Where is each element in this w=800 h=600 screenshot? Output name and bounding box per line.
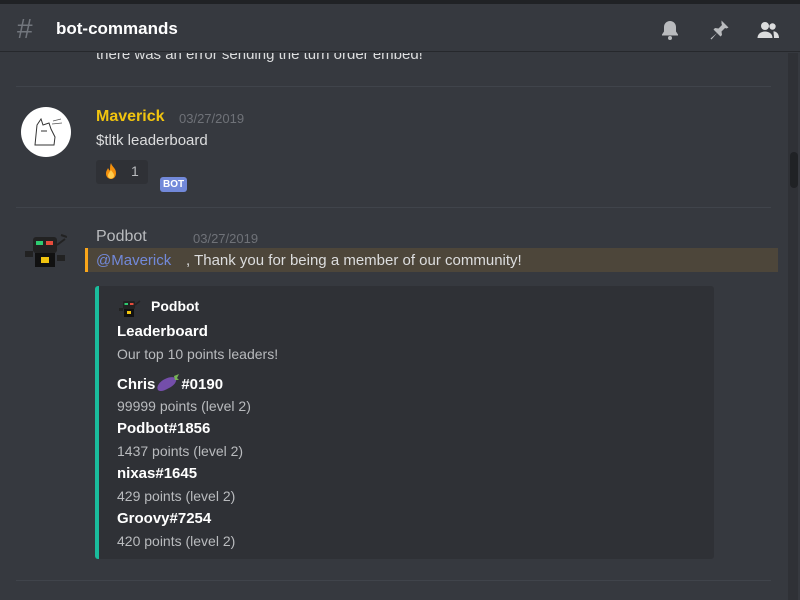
maverick-username[interactable]: Maverick (96, 108, 165, 126)
channel-header: # bot-commands (0, 4, 800, 52)
hash-icon: # (17, 13, 33, 44)
maverick-timestamp: 03/27/2019 (179, 111, 245, 126)
embed-description: Our top 10 points leaders! (117, 346, 279, 362)
channel-name: bot-commands (56, 19, 178, 38)
embed-field-value: 1437 points (level 2) (117, 443, 244, 459)
podbot-avatar[interactable] (21, 225, 71, 275)
message-divider (16, 86, 771, 87)
embed-field-value: 420 points (level 2) (117, 533, 236, 549)
eggplant-emoji (157, 374, 180, 392)
bell-icon[interactable] (658, 18, 682, 42)
reaction-count: 1 (131, 163, 139, 179)
user-mention[interactable]: @Maverick (96, 252, 171, 269)
embed-title: Leaderboard (117, 323, 208, 340)
message-divider (16, 580, 771, 581)
scrollbar-track[interactable] (788, 53, 798, 600)
embed-field-name: nixas#1645 (117, 465, 198, 482)
pin-icon[interactable] (707, 18, 731, 42)
bot-tag: BOT (160, 177, 188, 192)
podbot-timestamp: 03/27/2019 (193, 231, 259, 246)
previous-message-text: there was an error sending the turn orde… (96, 53, 423, 63)
embed-field-name: Groovy#7254 (117, 510, 212, 527)
maverick-avatar[interactable] (21, 107, 71, 157)
field-name-discriminator: #0190 (181, 376, 224, 393)
embed-field-name: Podbot#1856 (117, 420, 211, 437)
embed-field-name: Chris #0190 (117, 373, 223, 393)
fire-reaction[interactable]: 1 (96, 160, 148, 184)
scrollbar-thumb[interactable] (790, 152, 798, 188)
podbot-author-icon (119, 300, 141, 317)
embed-field-value: 99999 points (level 2) (117, 398, 251, 414)
embed-field-value: 429 points (level 2) (117, 488, 236, 504)
fire-emoji (106, 163, 116, 179)
podbot-message-text: , Thank you for being a member of our co… (186, 252, 522, 269)
maverick-avatar-drawing (34, 117, 63, 146)
embed-author[interactable]: Podbot (151, 298, 199, 314)
message-divider (16, 207, 771, 208)
leaderboard-embed: Podbot Leaderboard Our top 10 points lea… (95, 286, 714, 559)
podbot-avatar-drawing (25, 234, 68, 267)
members-icon[interactable] (756, 18, 780, 42)
maverick-message-text: $tltk leaderboard (96, 132, 208, 149)
podbot-username[interactable]: Podbot (96, 228, 147, 246)
field-name-text: Chris (117, 376, 156, 393)
